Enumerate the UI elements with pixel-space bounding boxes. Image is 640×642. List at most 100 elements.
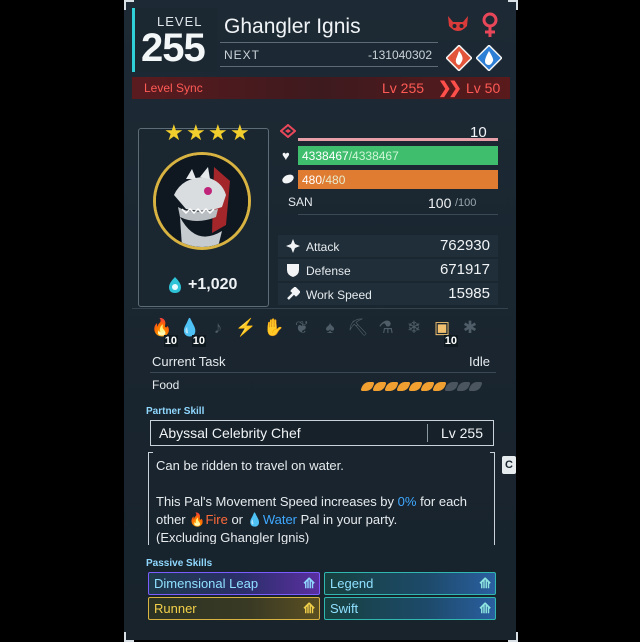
food-label: Food — [152, 378, 180, 392]
current-task-value: Idle — [469, 354, 490, 369]
work-speed-row: Work Speed 15985 — [278, 283, 498, 305]
medicine-icon[interactable]: ⚗ — [374, 318, 398, 344]
fire-icon: 🔥 — [189, 512, 206, 527]
kindling-icon[interactable]: 🔥 10 — [150, 318, 178, 347]
work-speed-value: 15985 — [448, 285, 490, 302]
stamina-icon — [282, 174, 294, 184]
section-divider — [132, 308, 508, 309]
passive-skill-name: Runner — [154, 601, 197, 616]
cooling-icon[interactable]: ❄ — [402, 318, 426, 344]
side-tab-button[interactable]: C — [502, 456, 516, 474]
desc-fire-word: Fire — [205, 512, 228, 527]
stamina-max: /480 — [322, 173, 346, 187]
partner-skill-separator — [427, 424, 428, 442]
dark-demon-icon — [448, 16, 468, 31]
hp-current: 4338467 — [302, 149, 349, 163]
defense-value: 671917 — [439, 261, 490, 278]
passive-skill-name: Dimensional Leap — [154, 576, 259, 591]
desc-water-word: Water — [262, 512, 298, 527]
defense-row: Defense 671917 — [278, 259, 498, 281]
water-element-icon — [476, 45, 502, 71]
passive-skill-runner[interactable]: Runner ⟰ — [148, 597, 320, 620]
san-label: SAN — [288, 195, 313, 209]
desc-line-3-text: other — [156, 512, 190, 527]
desc-line-1: Can be ridden to travel on water. — [156, 458, 344, 473]
rank-progress-bar — [298, 138, 498, 141]
handiwork-icon-glyph: ✋ — [263, 318, 285, 337]
gathering-icon[interactable]: ❦ — [290, 318, 314, 344]
lumbering-icon[interactable]: ♠ — [318, 318, 342, 344]
food-meter — [360, 378, 483, 391]
farming-icon[interactable]: ✱ — [458, 318, 482, 344]
food-pip-empty — [468, 382, 483, 391]
panel-corner-tr — [508, 0, 518, 10]
lumbering-icon-glyph: ♠ — [325, 318, 335, 337]
cooling-icon-glyph: ❄ — [406, 318, 422, 337]
work-level-value: 10 — [163, 335, 178, 347]
water-drop-icon: 💧 — [246, 512, 263, 527]
fire-element-icon — [446, 45, 472, 71]
attack-icon — [286, 239, 300, 253]
desc-line-4: (Excluding Ghangler Ignis) — [156, 530, 310, 544]
heart-icon: ♥ — [282, 148, 290, 163]
passive-skill-swift[interactable]: Swift ⟰ — [324, 597, 496, 620]
partner-skill-level: Lv 255 — [440, 425, 483, 441]
next-exp-value: -131040302 — [367, 48, 432, 62]
medicine-icon-glyph: ⚗ — [378, 318, 394, 337]
task-divider — [150, 372, 496, 373]
gathering-icon-glyph: ❦ — [294, 318, 310, 337]
hp-max: /4338467 — [348, 149, 399, 163]
level-sync-from: Lv 255 — [382, 80, 425, 96]
transporting-icon[interactable]: ▣ 10 — [430, 318, 458, 347]
panel-corner-br — [508, 632, 518, 642]
name-divider — [220, 42, 438, 43]
female-symbol-icon — [482, 12, 498, 37]
shield-icon — [287, 264, 299, 277]
san-max: /100 — [455, 197, 477, 209]
passive-skill-legend[interactable]: Legend ⟰ — [324, 572, 496, 595]
partner-skill-name: Abyssal Celebrity Chef — [159, 425, 301, 441]
pal-name: Ghangler Ignis — [224, 15, 361, 38]
attack-label: Attack — [306, 240, 340, 254]
rarity-star-4: ★ — [230, 120, 250, 145]
watering-icon[interactable]: 💧 10 — [178, 318, 206, 347]
work-speed-label: Work Speed — [306, 288, 372, 302]
level-sync-bar: Level Sync Lv 255 ❯❯ Lv 50 — [132, 77, 510, 99]
rank-up-triple-icon: ⟰ — [303, 575, 315, 591]
panel-corner-bl — [124, 632, 134, 642]
desc-line-2-text: This Pal's Movement Speed increases by — [156, 494, 398, 509]
planting-icon[interactable]: ♪ — [206, 318, 230, 344]
mining-icon-glyph: ⛏ — [347, 318, 369, 337]
passive-skill-dimensional-leap[interactable]: Dimensional Leap ⟰ — [148, 572, 320, 595]
next-divider — [220, 66, 438, 67]
condenser-rank-icon — [280, 124, 296, 138]
level-sync-to: Lv 50 — [466, 80, 501, 96]
partner-skill-header[interactable]: Abyssal Celebrity Chef Lv 255 — [150, 420, 494, 446]
rank-up-triple-icon: ⟰ — [479, 575, 491, 591]
level-box: LEVEL 255 — [132, 8, 217, 72]
pal-portrait-image — [156, 155, 248, 247]
passive-skills-title: Passive Skills — [146, 558, 213, 569]
work-speed-icon — [287, 287, 300, 300]
farming-icon-glyph: ✱ — [462, 318, 478, 337]
rank-up-triple-icon: ⟰ — [303, 600, 315, 616]
pal-portrait — [153, 152, 251, 250]
hp-bar: 4338467/4338467 — [298, 146, 498, 165]
rank-up-triple-icon: ⟰ — [479, 600, 491, 616]
handiwork-icon[interactable]: ✋ — [262, 318, 286, 344]
electricity-icon[interactable]: ⚡ — [234, 318, 258, 344]
passive-skill-name: Swift — [330, 601, 359, 616]
work-level-value: 10 — [443, 335, 458, 347]
next-exp-label: NEXT — [224, 48, 261, 62]
work-suitability-row: 🔥 10 💧 10 ♪ ⚡ ✋ ❦ ♠ ⛏ ⚗ ❄ ▣ 10 ✱ — [150, 318, 500, 348]
mining-icon[interactable]: ⛏ — [346, 318, 370, 344]
rarity-star-2: ★ — [186, 120, 206, 145]
level-value: 255 — [141, 26, 206, 70]
capture-orb-icon — [169, 277, 181, 293]
partner-skill-description[interactable]: Can be ridden to travel on water. This P… — [150, 452, 492, 544]
san-current: 100 — [428, 195, 452, 211]
defense-label: Defense — [306, 264, 351, 278]
capture-bonus-value: +1,020 — [188, 276, 238, 293]
attack-value: 762930 — [439, 237, 490, 254]
rarity-star-3: ★ — [208, 120, 228, 145]
